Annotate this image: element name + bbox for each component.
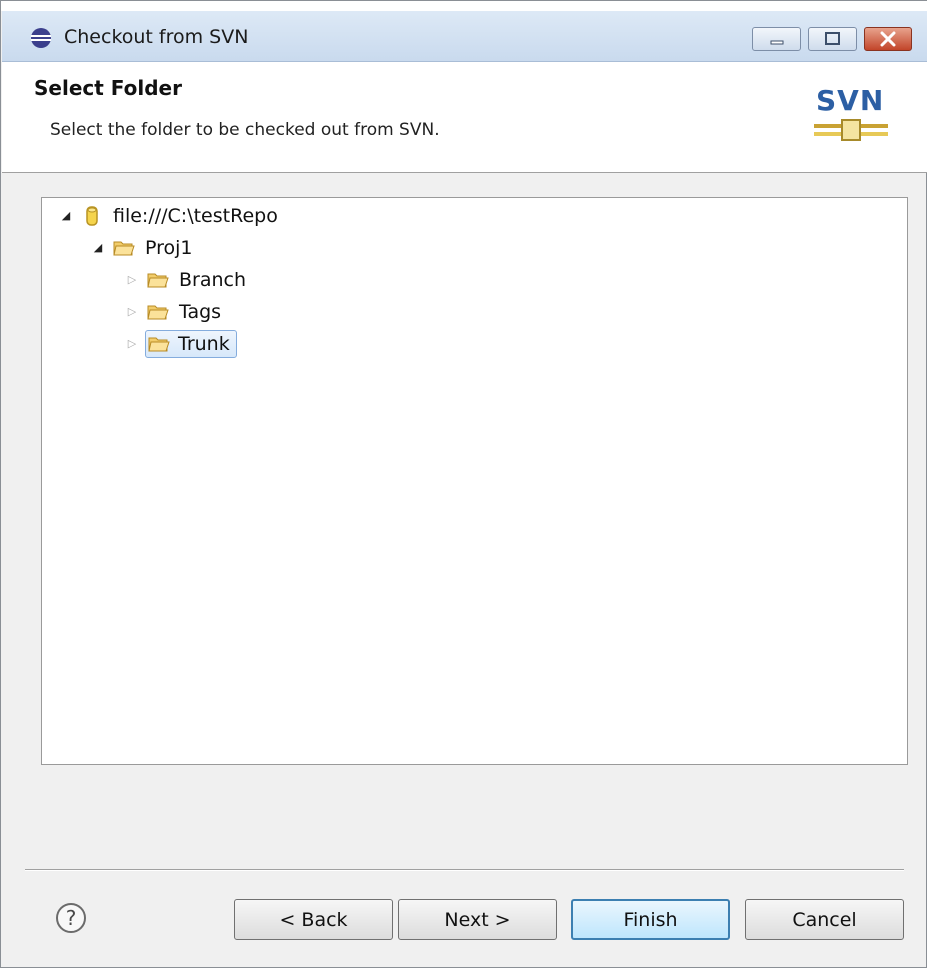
svn-logo-text: SVN: [816, 84, 885, 117]
tree-item-tags[interactable]: ▷ Tags: [125, 298, 225, 326]
folder-tree[interactable]: ◢ file:///C:\testRepo ◢ Proj1 ▷ Branch ▷…: [41, 197, 908, 765]
button-bar-separator: [25, 869, 904, 871]
dialog-window: Checkout from SVN Select Folder Select t…: [0, 0, 927, 968]
title-bar[interactable]: Checkout from SVN: [2, 11, 927, 62]
tree-item-branch[interactable]: ▷ Branch: [125, 266, 250, 294]
folder-open-icon: [113, 241, 135, 256]
back-button[interactable]: < Back: [234, 899, 393, 940]
window-title: Checkout from SVN: [64, 26, 249, 48]
close-button[interactable]: [864, 27, 912, 51]
tree-item-proj1[interactable]: ◢ Proj1: [91, 234, 197, 262]
expanded-arrow-icon[interactable]: ◢: [59, 209, 73, 223]
folder-open-icon: [147, 305, 169, 320]
folder-open-icon: [147, 273, 169, 288]
minimize-button[interactable]: [752, 27, 801, 51]
help-icon[interactable]: ?: [55, 902, 87, 934]
tree-item-label: Tags: [179, 301, 222, 323]
next-button[interactable]: Next >: [398, 899, 557, 940]
collapsed-arrow-icon[interactable]: ▷: [125, 273, 139, 287]
finish-button[interactable]: Finish: [571, 899, 730, 940]
maximize-button[interactable]: [808, 27, 857, 51]
collapsed-arrow-icon[interactable]: ▷: [125, 337, 139, 351]
svn-logo-graphic: [814, 119, 888, 141]
clipped-top-edge: [1, 1, 927, 11]
expanded-arrow-icon[interactable]: ◢: [91, 241, 105, 255]
collapsed-arrow-icon[interactable]: ▷: [125, 305, 139, 319]
tree-item-label: Proj1: [145, 237, 193, 259]
minimize-icon: [770, 40, 784, 45]
tree-item-repository[interactable]: ◢ file:///C:\testRepo: [59, 202, 282, 230]
svg-text:?: ?: [66, 906, 77, 930]
tree-item-label: Trunk: [178, 333, 230, 355]
close-icon: [880, 31, 896, 47]
repository-icon: [86, 206, 98, 226]
wizard-header: Select Folder Select the folder to be ch…: [2, 62, 927, 173]
tree-item-label: file:///C:\testRepo: [113, 205, 278, 227]
tree-item-trunk[interactable]: ▷ Trunk: [125, 330, 237, 358]
page-description: Select the folder to be checked out from…: [50, 120, 440, 140]
eclipse-icon: [31, 28, 51, 48]
cancel-button[interactable]: Cancel: [745, 899, 904, 940]
tree-item-label: Branch: [179, 269, 247, 291]
svn-logo: SVN: [812, 82, 890, 150]
selected-item-highlight[interactable]: Trunk: [145, 330, 237, 358]
maximize-icon: [825, 32, 840, 45]
page-title: Select Folder: [34, 76, 182, 100]
folder-open-icon: [148, 337, 170, 352]
